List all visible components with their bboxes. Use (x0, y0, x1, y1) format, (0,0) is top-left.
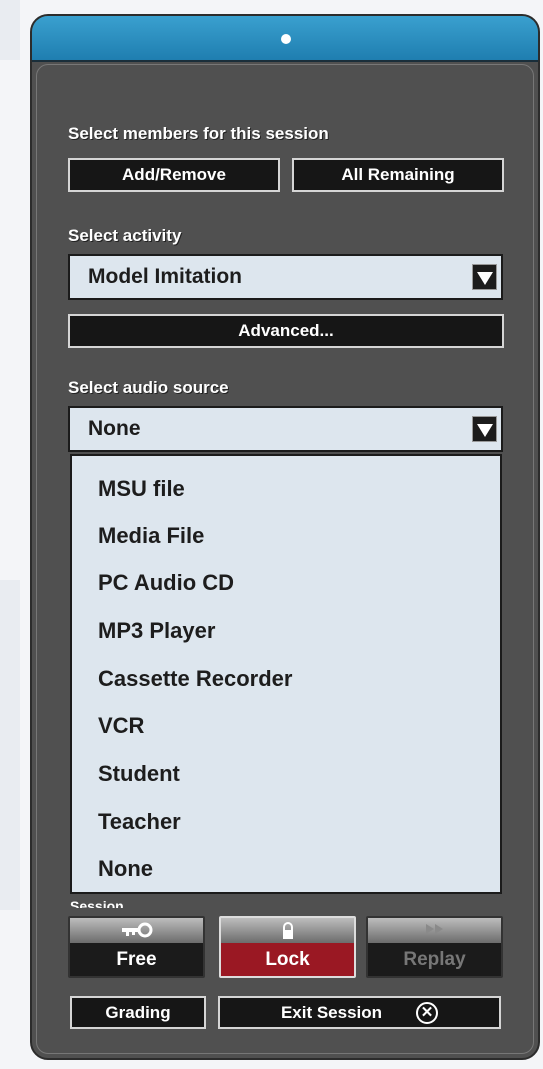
lock-icon (282, 922, 293, 939)
activity-select-value: Model Imitation (88, 265, 242, 288)
activity-select[interactable]: Model Imitation (68, 254, 503, 300)
lock-label: Lock (221, 943, 354, 976)
audio-source-label: Select audio source (68, 378, 229, 397)
panel-header[interactable] (32, 16, 538, 62)
background-edge (0, 0, 20, 60)
option-msu-file[interactable]: MSU file (98, 476, 185, 502)
replay-icon (425, 924, 443, 934)
replay-button[interactable]: Replay (366, 916, 503, 978)
option-pc-audio-cd[interactable]: PC Audio CD (98, 570, 234, 596)
audio-source-value: None (88, 417, 141, 440)
close-circle-icon: ✕ (416, 1001, 439, 1024)
option-vcr[interactable]: VCR (98, 713, 144, 739)
option-teacher[interactable]: Teacher (98, 809, 181, 835)
free-button[interactable]: Free (68, 916, 205, 978)
lock-button[interactable]: Lock (219, 916, 356, 978)
grading-button[interactable]: Grading (70, 996, 206, 1029)
all-remaining-button[interactable]: All Remaining (292, 158, 504, 192)
key-icon (121, 922, 152, 938)
background-edge (0, 580, 20, 910)
session-label: Session (70, 898, 124, 908)
members-label: Select members for this session (68, 124, 329, 143)
exit-session-label: Exit Session (280, 1002, 383, 1022)
add-remove-button[interactable]: Add/Remove (68, 158, 280, 192)
replay-label: Replay (368, 943, 501, 976)
option-mp3-player[interactable]: MP3 Player (98, 618, 215, 644)
exit-session-button[interactable]: Exit Session ✕ (218, 996, 501, 1029)
option-none[interactable]: None (98, 856, 153, 882)
activity-label: Select activity (68, 226, 182, 245)
advanced-button[interactable]: Advanced... (68, 314, 504, 348)
option-cassette-recorder[interactable]: Cassette Recorder (98, 666, 292, 692)
option-student[interactable]: Student (98, 761, 180, 787)
audio-source-select[interactable]: None (68, 406, 503, 452)
option-media-file[interactable]: Media File (98, 523, 204, 549)
drag-handle-icon[interactable] (281, 34, 291, 44)
free-label: Free (70, 943, 203, 976)
session-panel: Select members for this session Add/Remo… (30, 14, 540, 1060)
audio-source-options: MSU file Media File PC Audio CD MP3 Play… (70, 454, 502, 894)
chevron-down-icon[interactable] (472, 416, 497, 442)
chevron-down-icon[interactable] (472, 264, 497, 290)
